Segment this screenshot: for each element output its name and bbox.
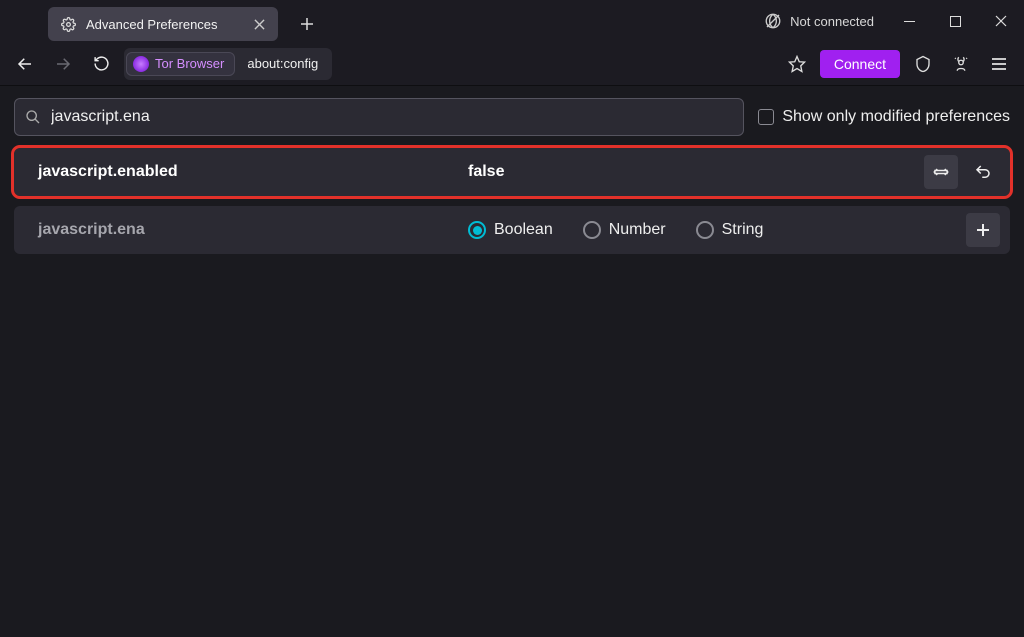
pref-name: javascript.enabled bbox=[38, 163, 468, 181]
identity-label: Tor Browser bbox=[155, 56, 224, 71]
search-row: Show only modified preferences bbox=[14, 98, 1010, 136]
connect-label: Connect bbox=[834, 56, 886, 72]
radio-label: String bbox=[722, 221, 764, 239]
reload-button[interactable] bbox=[86, 49, 116, 79]
new-pref-actions bbox=[966, 213, 1000, 247]
forward-button[interactable] bbox=[48, 49, 78, 79]
search-box[interactable] bbox=[14, 98, 744, 136]
disconnected-icon bbox=[764, 12, 782, 30]
modified-only-checkbox[interactable] bbox=[758, 109, 774, 125]
pref-row-javascript-enabled[interactable]: javascript.enabled false bbox=[14, 148, 1010, 196]
add-pref-button[interactable] bbox=[966, 213, 1000, 247]
toggle-button[interactable] bbox=[924, 155, 958, 189]
modified-only-label: Show only modified preferences bbox=[782, 108, 1010, 126]
new-tab-button[interactable] bbox=[292, 9, 322, 39]
radio-label: Boolean bbox=[494, 221, 553, 239]
back-button[interactable] bbox=[10, 49, 40, 79]
identity-pill[interactable]: Tor Browser bbox=[126, 52, 235, 76]
url-bar[interactable]: Tor Browser about:config bbox=[124, 48, 332, 80]
pref-actions bbox=[924, 155, 1000, 189]
app-menu-button[interactable] bbox=[984, 49, 1014, 79]
type-radio-boolean[interactable]: Boolean bbox=[468, 221, 553, 239]
connection-status-label: Not connected bbox=[790, 14, 874, 29]
titlebar: Advanced Preferences Not connected bbox=[0, 0, 1024, 42]
connect-button[interactable]: Connect bbox=[820, 50, 900, 78]
pref-value: false bbox=[468, 163, 924, 181]
connection-status: Not connected bbox=[764, 12, 874, 30]
radio-icon bbox=[468, 221, 486, 239]
minimize-button[interactable] bbox=[886, 0, 932, 42]
preferences-list: javascript.enabled false javascript.ena … bbox=[14, 148, 1010, 254]
tab-close-button[interactable] bbox=[250, 15, 268, 33]
new-identity-button[interactable] bbox=[946, 49, 976, 79]
gear-icon bbox=[60, 16, 76, 32]
new-pref-name: javascript.ena bbox=[38, 221, 468, 239]
reset-button[interactable] bbox=[966, 155, 1000, 189]
url-text: about:config bbox=[237, 56, 328, 71]
type-radio-string[interactable]: String bbox=[696, 221, 764, 239]
tor-icon bbox=[133, 56, 149, 72]
bookmark-star-button[interactable] bbox=[782, 49, 812, 79]
type-radio-group: Boolean Number String bbox=[468, 221, 966, 239]
type-radio-number[interactable]: Number bbox=[583, 221, 666, 239]
window-controls bbox=[886, 0, 1024, 42]
navigation-toolbar: Tor Browser about:config Connect bbox=[0, 42, 1024, 86]
about-config-content: Show only modified preferences javascrip… bbox=[0, 86, 1024, 266]
browser-tab[interactable]: Advanced Preferences bbox=[48, 7, 278, 41]
modified-only-filter[interactable]: Show only modified preferences bbox=[758, 108, 1010, 126]
security-level-button[interactable] bbox=[908, 49, 938, 79]
new-pref-row: javascript.ena Boolean Number String bbox=[14, 206, 1010, 254]
close-window-button[interactable] bbox=[978, 0, 1024, 42]
radio-icon bbox=[583, 221, 601, 239]
maximize-button[interactable] bbox=[932, 0, 978, 42]
radio-icon bbox=[696, 221, 714, 239]
search-input[interactable] bbox=[51, 108, 733, 126]
radio-label: Number bbox=[609, 221, 666, 239]
tab-title: Advanced Preferences bbox=[86, 17, 240, 32]
search-icon bbox=[25, 109, 41, 125]
